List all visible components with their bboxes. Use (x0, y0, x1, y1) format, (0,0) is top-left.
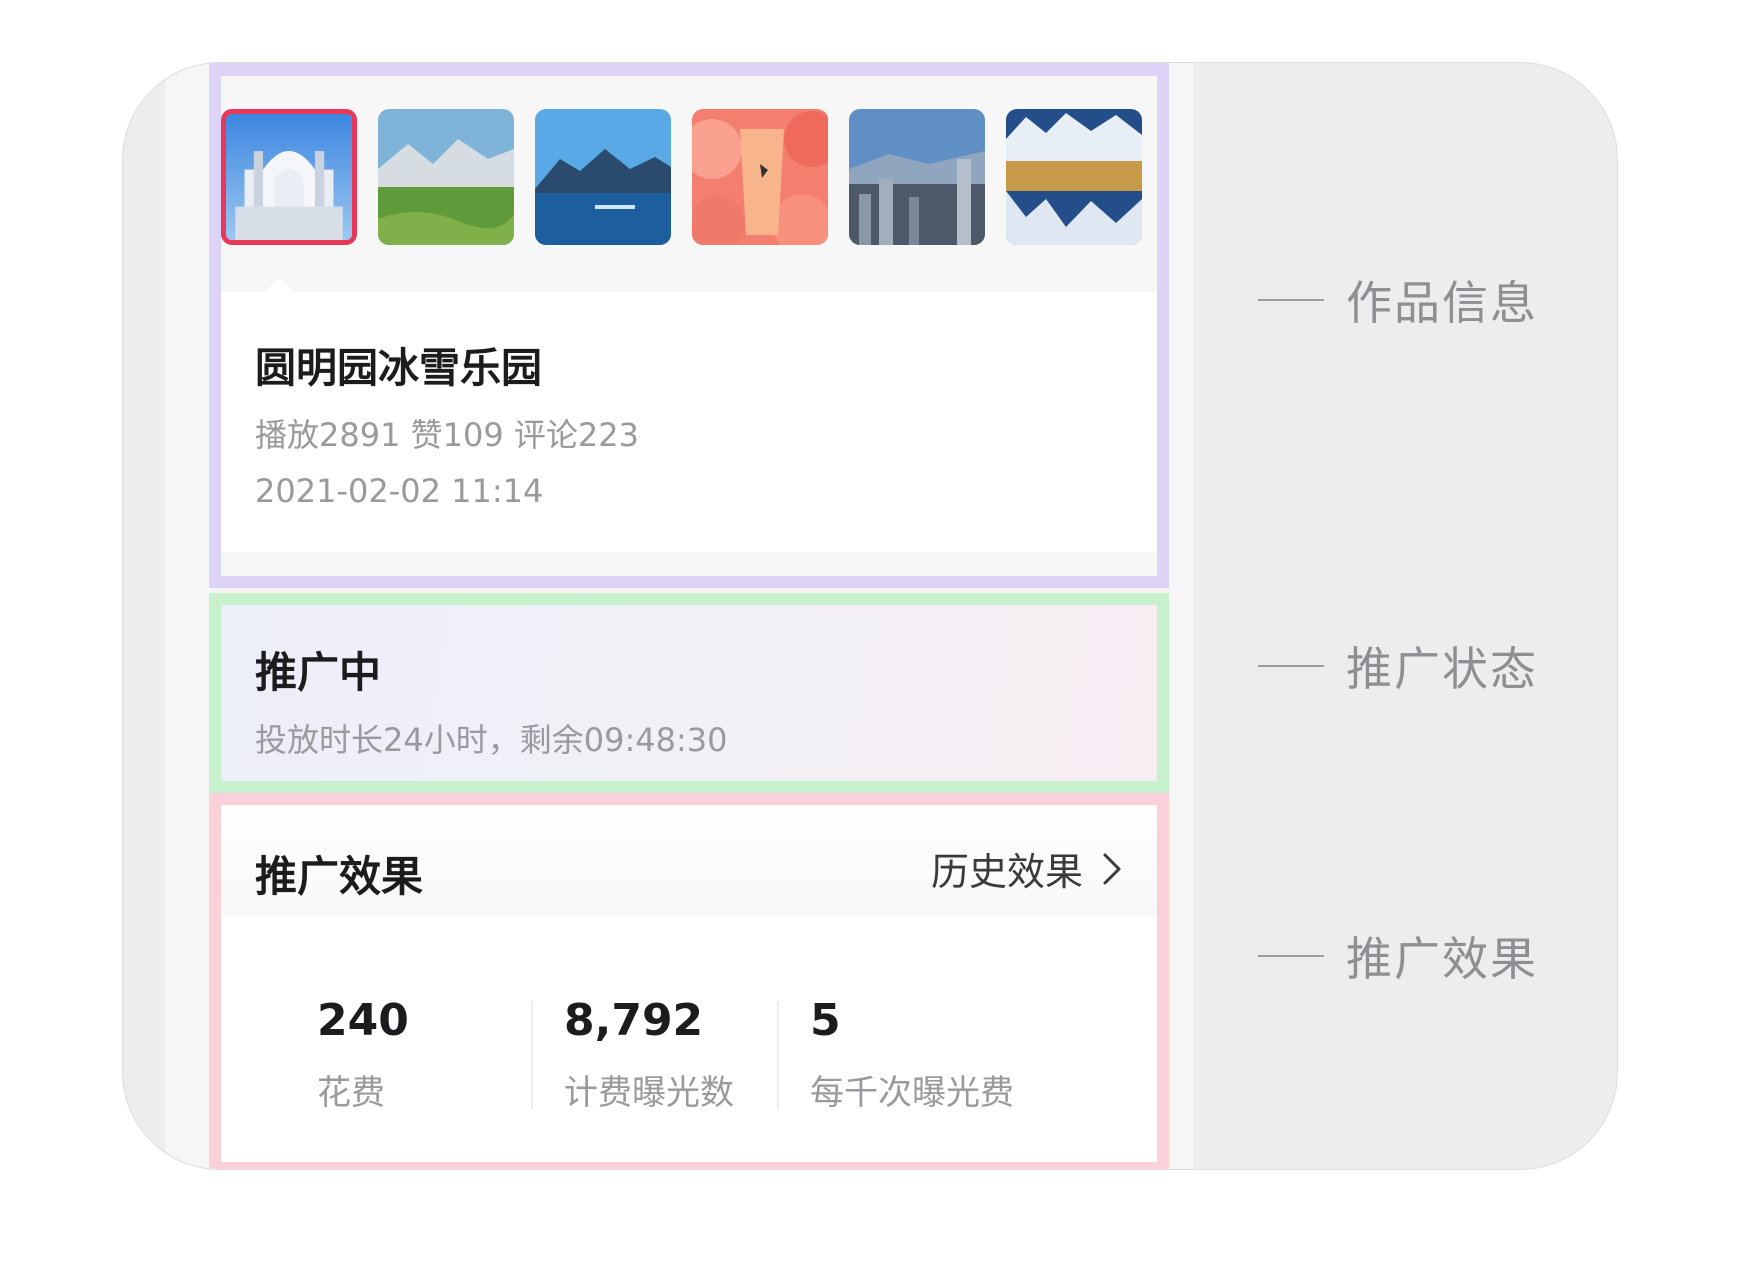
chevron-right-icon (1103, 853, 1121, 884)
annotation-effect: 推广效果 (1258, 923, 1538, 989)
annotation-label: 推广效果 (1346, 932, 1538, 986)
effect-title: 推广效果 (255, 852, 424, 901)
annotation-label: 作品信息 (1346, 276, 1538, 330)
annotation-status: 推广状态 (1258, 633, 1538, 699)
peach-drink-thumbnail[interactable] (692, 109, 828, 245)
metric-value: 8,792 (564, 995, 704, 1046)
annotation-line (1258, 665, 1324, 667)
metric-value: 240 (317, 995, 409, 1046)
metric-label: 每千次曝光费 (810, 1073, 1014, 1113)
annotation-line (1258, 299, 1324, 301)
annotation-panel (1236, 63, 1617, 1169)
thumbnail-strip (221, 109, 1157, 245)
palace-ruins-thumbnail[interactable] (221, 109, 357, 245)
metric-value: 5 (810, 995, 841, 1046)
device-frame: 圆明园冰雪乐园 播放2891 赞109 评论223 2021-02-02 11:… (122, 62, 1618, 1170)
metric-divider (531, 1001, 533, 1109)
annotation-work-info: 作品信息 (1258, 267, 1538, 333)
work-title: 圆明园冰雪乐园 (255, 344, 542, 392)
metric-label: 花费 (317, 1073, 385, 1113)
promotion-effect-section: 推广效果 历史效果 240 花费 8,792 计费曝光数 5 每千次曝光费 (209, 793, 1169, 1169)
city-skyline-thumbnail[interactable] (849, 109, 985, 245)
metric-label: 计费曝光数 (564, 1073, 734, 1113)
work-stats: 播放2891 赞109 评论223 (255, 416, 639, 454)
status-title: 推广中 (255, 648, 382, 697)
history-effect-link[interactable]: 历史效果 (931, 841, 1127, 896)
lake-mountain-thumbnail[interactable] (535, 109, 671, 245)
promotion-status-section: 推广中 投放时长24小时，剩余09:48:30 (209, 593, 1169, 793)
status-description: 投放时长24小时，剩余09:48:30 (255, 721, 728, 759)
metric-divider (777, 1001, 779, 1109)
snow-mountain-thumbnail[interactable] (1006, 109, 1142, 245)
history-effect-label: 历史效果 (930, 850, 1083, 894)
grassland-mountain-thumbnail[interactable] (378, 109, 514, 245)
annotation-label: 推广状态 (1346, 642, 1538, 696)
work-publish-time: 2021-02-02 11:14 (255, 472, 544, 510)
effect-header: 推广效果 历史效果 (221, 805, 1157, 917)
work-info-card[interactable]: 圆明园冰雪乐园 播放2891 赞109 评论223 2021-02-02 11:… (221, 292, 1157, 552)
selection-pointer (265, 278, 293, 292)
work-info-section: 圆明园冰雪乐园 播放2891 赞109 评论223 2021-02-02 11:… (209, 63, 1169, 588)
annotation-line (1258, 955, 1324, 957)
